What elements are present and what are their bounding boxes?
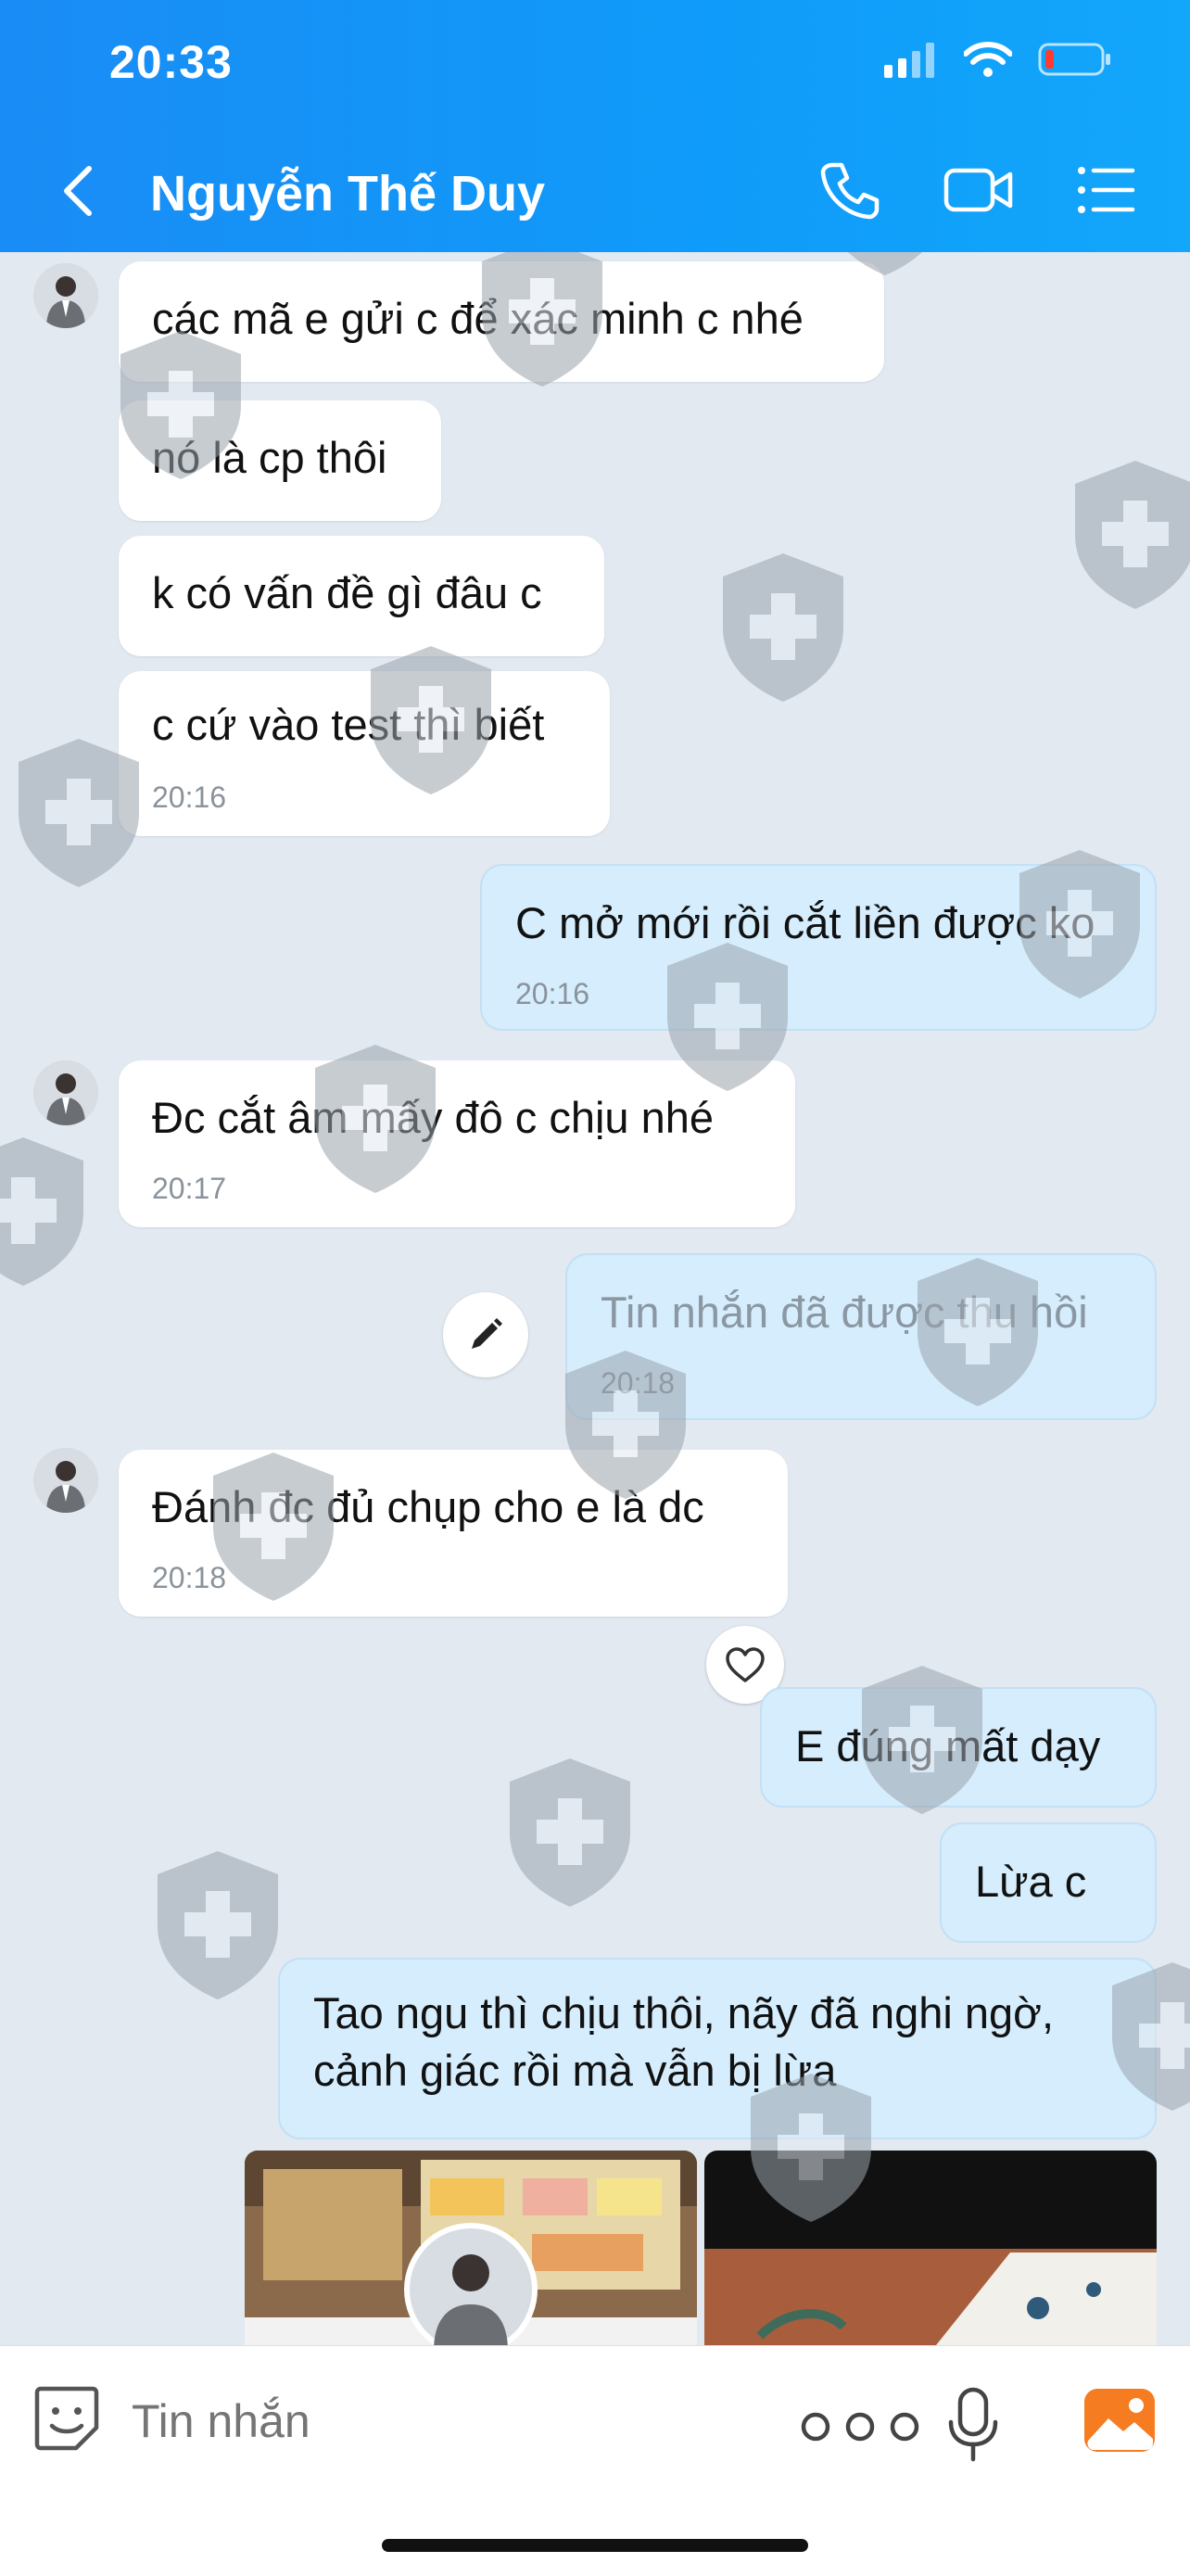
message-time: 20:17 xyxy=(152,1172,227,1205)
message-time: 20:18 xyxy=(152,1561,227,1594)
photo-thumbnail[interactable] xyxy=(704,2151,1157,2345)
message-bubble-incoming[interactable]: Đánh đc đủ chụp cho e là dc 20:18 xyxy=(119,1450,788,1617)
message-bubble-incoming[interactable]: nó là cp thôi xyxy=(119,400,441,521)
contact-name[interactable]: Nguyễn Thế Duy xyxy=(150,165,545,222)
home-indicator[interactable] xyxy=(382,2539,808,2552)
message-text: k có vấn đề gì đâu c xyxy=(152,568,542,617)
message-bubble-incoming[interactable]: Đc cắt âm mấy đô c chịu nhé 20:17 xyxy=(119,1060,795,1227)
photo-thumbnail[interactable] xyxy=(245,2151,697,2345)
avatar[interactable] xyxy=(33,263,98,328)
sticker-icon[interactable] xyxy=(32,2383,102,2454)
message-text: Đc cắt âm mấy đô c chịu nhé xyxy=(152,1093,715,1142)
message-text-line: cảnh giác rồi mà vẫn bị lừa xyxy=(313,2046,837,2095)
chat-header: 20:33 Nguyễn Thế Duy xyxy=(0,0,1190,252)
watermark-shield-icon xyxy=(0,1137,83,1286)
message-bubble-outgoing[interactable]: E đúng mất dạy xyxy=(760,1687,1157,1808)
watermark-shield-icon xyxy=(1075,461,1190,609)
message-composer xyxy=(0,2345,1190,2576)
wifi-icon xyxy=(964,42,1012,77)
edit-icon xyxy=(472,1318,502,1349)
microphone-icon[interactable] xyxy=(947,2387,999,2463)
avatar[interactable] xyxy=(33,1060,98,1125)
message-bubble-incoming[interactable]: k có vấn đề gì đâu c xyxy=(119,536,604,656)
heart-icon xyxy=(726,1647,765,1682)
message-bubble-outgoing[interactable]: Tao ngu thì chịu thôi, nãy đã nghi ngờ, … xyxy=(278,1958,1157,2139)
status-time: 20:33 xyxy=(109,36,233,88)
back-chevron-icon[interactable] xyxy=(57,163,98,219)
message-bubble-incoming[interactable]: các mã e gửi c để xác minh c nhé xyxy=(119,261,884,382)
message-bubble-incoming[interactable]: c cứ vào test thì biết 20:16 xyxy=(119,671,610,836)
message-text: nó là cp thôi xyxy=(152,433,387,482)
message-text: Đánh đc đủ chụp cho e là dc xyxy=(152,1482,704,1531)
chat-area[interactable]: các mã e gửi c để xác minh c nhé nó là c… xyxy=(0,252,1190,2345)
watermark-shield-icon xyxy=(510,1758,630,1907)
phone-icon[interactable] xyxy=(819,159,880,221)
message-time: 20:18 xyxy=(601,1366,676,1400)
message-time: 20:16 xyxy=(152,780,227,814)
message-text: E đúng mất dạy xyxy=(795,1721,1101,1770)
watermark-shield-icon xyxy=(158,1851,278,1999)
signal-icon xyxy=(884,43,934,78)
message-text: C mở mới rồi cắt liền được ko xyxy=(515,898,1095,947)
edit-button[interactable] xyxy=(443,1292,528,1377)
message-text-line: Tao ngu thì chịu thôi, nãy đã nghi ngờ, xyxy=(313,1988,1055,2037)
list-menu-icon[interactable] xyxy=(1077,159,1136,221)
battery-icon xyxy=(1038,43,1110,76)
message-text: các mã e gửi c để xác minh c nhé xyxy=(152,294,804,343)
status-icons xyxy=(884,41,1112,78)
video-camera-icon[interactable] xyxy=(943,159,1014,221)
avatar[interactable] xyxy=(33,1448,98,1513)
message-bubble-outgoing[interactable]: C mở mới rồi cắt liền được ko 20:16 xyxy=(480,864,1157,1031)
message-input[interactable] xyxy=(130,2383,764,2459)
message-time: 20:16 xyxy=(515,977,590,1010)
message-text: Tin nhắn đã được thu hồi xyxy=(601,1288,1088,1337)
message-bubble-recalled[interactable]: Tin nhắn đã được thu hồi 20:18 xyxy=(565,1253,1157,1420)
message-text: Lừa c xyxy=(975,1857,1087,1906)
watermark-shield-icon xyxy=(723,553,843,702)
message-bubble-outgoing[interactable]: Lừa c xyxy=(940,1822,1157,1943)
more-icon[interactable] xyxy=(799,2411,921,2443)
message-text: c cứ vào test thì biết xyxy=(152,700,545,749)
image-icon[interactable] xyxy=(1082,2387,1157,2454)
